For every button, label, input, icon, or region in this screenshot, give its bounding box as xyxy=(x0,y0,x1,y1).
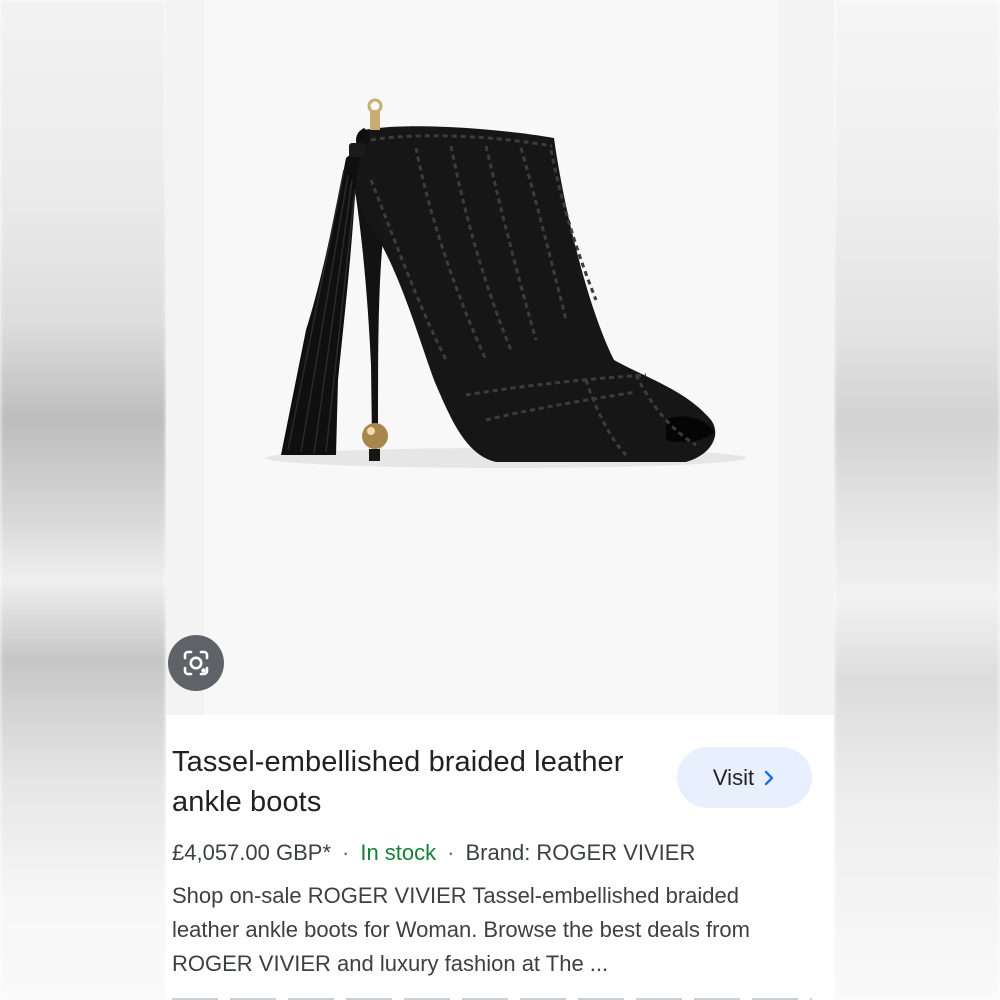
truncated-text-line xyxy=(172,985,812,1000)
product-meta-line: £4,057.00 GBP* · In stock · Brand: ROGER VIV… xyxy=(172,838,832,868)
stock-status: In stock xyxy=(360,840,437,865)
product-image-ankle-boot xyxy=(266,98,746,468)
blurred-background-left xyxy=(0,0,166,1000)
product-result-card: Tassel-embellished braided leather ankle… xyxy=(166,0,834,1000)
visit-label: Visit xyxy=(712,764,755,790)
visit-button[interactable]: Visit xyxy=(677,747,812,808)
product-image-area[interactable] xyxy=(166,0,834,715)
product-brand: Brand: ROGER VIVIER xyxy=(465,840,696,865)
blurred-background-right xyxy=(834,0,1000,1000)
product-title[interactable]: Tassel-embellished braided leather ankle… xyxy=(172,742,642,822)
google-lens-button[interactable] xyxy=(168,635,224,691)
product-price: £4,057.00 GBP* xyxy=(172,840,332,865)
separator-dot: · xyxy=(342,840,350,865)
google-lens-icon xyxy=(183,650,209,676)
separator-dot: · xyxy=(447,840,455,865)
product-description: Shop on-sale ROGER VIVIER Tassel-embelli… xyxy=(172,883,750,976)
chevron-right-icon xyxy=(764,770,774,785)
